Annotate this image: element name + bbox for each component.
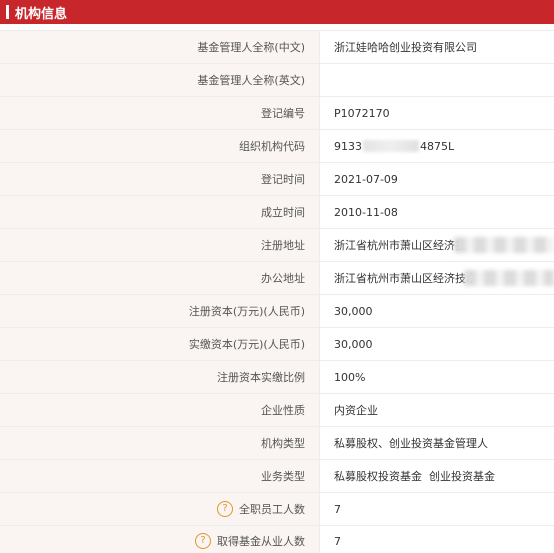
row-registered-capital: 注册资本(万元)(人民币) 30,000 [0,295,554,328]
row-paid-in-capital: 实缴资本(万元)(人民币) 30,000 [0,328,554,361]
redacted-blur [363,140,419,152]
row-establishment-date: 成立时间 2010-11-08 [0,196,554,229]
row-institution-type: 机构类型 私募股权、创业投资基金管理人 [0,427,554,460]
row-enterprise-nature: 企业性质 内资企业 [0,394,554,427]
office-address-text: 浙江省杭州市萧山区经济技术 [334,272,477,285]
help-icon[interactable]: ? [195,533,211,549]
section-header: 机构信息 [0,0,554,24]
row-label-text: 全职员工人数 [239,503,305,516]
row-value [320,64,554,96]
row-value: 7 [334,534,341,548]
row-organization-code: 组织机构代码 9133 4875L [0,130,554,163]
institution-info-table: 基金管理人全称(中文) 浙江娃哈哈创业投资有限公司 基金管理人全称(英文) 登记… [0,30,554,553]
help-icon[interactable]: ? [217,501,233,517]
row-value: 7 [334,502,341,516]
row-label: 注册资本实缴比例 [0,361,320,393]
org-code-suffix: 4875L [420,139,455,153]
section-title: 机构信息 [15,6,68,22]
row-label: 基金管理人全称(中文) [0,31,320,63]
redacted-blur [464,270,554,286]
row-fund-manager-name-cn: 基金管理人全称(中文) 浙江娃哈哈创业投资有限公司 [0,31,554,64]
row-value: 浙江省杭州市萧山区经济技 [320,229,554,261]
registered-address-text: 浙江省杭州市萧山区经济技 [334,239,466,252]
row-label: 登记时间 [0,163,320,195]
row-value: 30,000 [334,304,373,318]
row-paid-in-ratio: 注册资本实缴比例 100% [0,361,554,394]
row-value: 30,000 [334,337,373,351]
row-label: 实缴资本(万元)(人民币) [0,328,320,360]
row-fund-manager-name-en: 基金管理人全称(英文) [0,64,554,97]
row-label: 基金管理人全称(英文) [0,64,320,96]
row-value: P1072170 [334,106,390,120]
row-label: 组织机构代码 [0,130,320,162]
row-label: 注册资本(万元)(人民币) [0,295,320,327]
row-registration-number: 登记编号 P1072170 [0,97,554,130]
row-registration-date: 登记时间 2021-07-09 [0,163,554,196]
row-value: 100% [334,370,366,384]
row-qualified-staff: ? 取得基金从业人数 7 [0,526,554,553]
row-value: 私募股权投资基金 创业投资基金 [334,470,495,483]
row-office-address: 办公地址 浙江省杭州市萧山区经济技术 [0,262,554,295]
row-label: 业务类型 [0,460,320,492]
row-label: 企业性质 [0,394,320,426]
row-label: 机构类型 [0,427,320,459]
org-code-prefix: 9133 [334,139,362,153]
row-value: 私募股权、创业投资基金管理人 [334,437,488,450]
row-value: 2010-11-08 [334,205,398,219]
row-value: 内资企业 [334,404,378,417]
row-label: 注册地址 [0,229,320,261]
row-label: ? 全职员工人数 [0,493,320,525]
header-accent-bar [6,5,9,19]
row-value: 浙江娃哈哈创业投资有限公司 [334,41,477,54]
row-registered-address: 注册地址 浙江省杭州市萧山区经济技 [0,229,554,262]
row-value: 9133 4875L [320,130,554,162]
row-value: 2021-07-09 [334,172,398,186]
row-label: ? 取得基金从业人数 [0,526,320,553]
row-label-text: 取得基金从业人数 [217,535,305,548]
row-fulltime-employees: ? 全职员工人数 7 [0,493,554,526]
row-business-type: 业务类型 私募股权投资基金 创业投资基金 [0,460,554,493]
row-label: 成立时间 [0,196,320,228]
row-value: 浙江省杭州市萧山区经济技术 [320,262,554,294]
row-label: 办公地址 [0,262,320,294]
redacted-blur [454,237,554,253]
row-label: 登记编号 [0,97,320,129]
